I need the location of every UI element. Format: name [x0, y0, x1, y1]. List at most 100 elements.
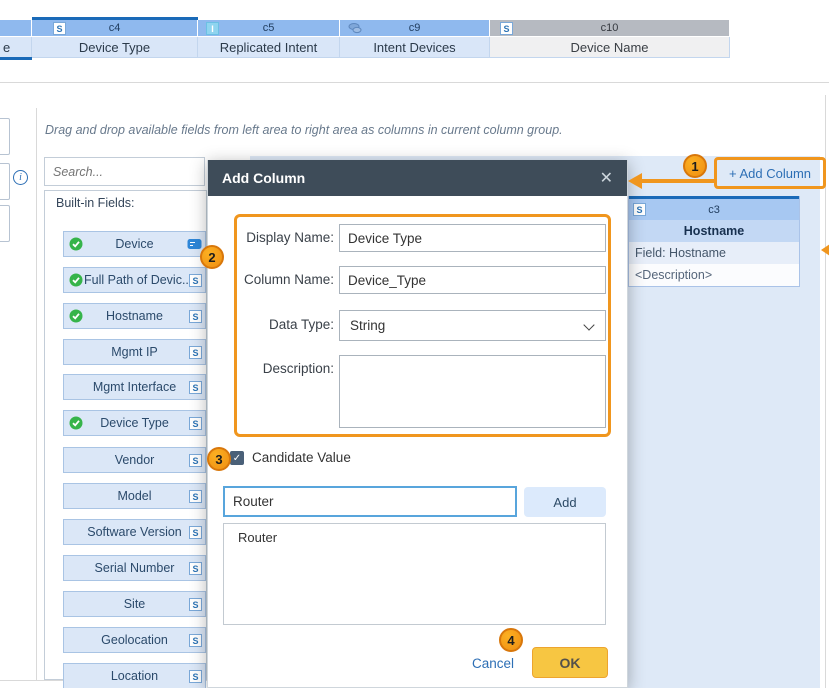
string-type-icon: S: [189, 381, 202, 394]
field-chip-device[interactable]: Device: [63, 231, 206, 257]
column-code: c5: [263, 22, 275, 34]
checked-icon: [69, 237, 83, 251]
field-chip-location[interactable]: Location S: [63, 663, 206, 688]
column-header-c4[interactable]: Sc4Device Type: [32, 17, 198, 59]
string-type-icon: S: [189, 670, 202, 683]
field-chip-geolocation[interactable]: GeolocationS: [63, 627, 206, 653]
annotation-badge-4: 4: [499, 628, 523, 652]
device-field-icon: [187, 238, 202, 250]
column-label: Device Name: [490, 37, 730, 58]
field-chip-vendor[interactable]: Vendor S: [63, 447, 206, 473]
field-chip-label: Hostname: [106, 309, 163, 323]
description-label: Description:: [218, 361, 334, 376]
field-chip-software-version[interactable]: Software VersionS: [63, 519, 206, 545]
candidate-value-list[interactable]: Router: [223, 523, 606, 625]
string-type-icon: S: [189, 598, 202, 611]
data-type-label: Data Type:: [218, 317, 334, 332]
field-chip-full-path-of-devic-[interactable]: Full Path of Devic...S: [63, 267, 206, 293]
edge-arrow-icon: [821, 244, 829, 256]
field-chip-label: Geolocation: [101, 633, 168, 647]
column-code: c10: [601, 22, 619, 34]
field-chip-mgmt-ip[interactable]: Mgmt IP S: [63, 339, 206, 365]
field-chip-label: Vendor: [115, 453, 155, 467]
edge-widget[interactable]: [0, 118, 10, 155]
builtin-fields-label: Built-in Fields:: [56, 196, 135, 210]
field-chip-label: Site: [124, 597, 146, 611]
intent-devices-icon: [348, 22, 362, 34]
column-card-c3[interactable]: S c3 Hostname Field: Hostname <Descripti…: [628, 196, 800, 287]
data-type-value: String: [350, 318, 385, 333]
search-input[interactable]: [44, 157, 205, 186]
column-header-partial[interactable]: e: [0, 17, 32, 59]
cancel-button[interactable]: Cancel: [472, 656, 514, 671]
annotation-badge-3: 3: [207, 447, 231, 471]
add-column-highlight-box: + Add Column: [714, 157, 826, 189]
string-type-icon: S: [189, 346, 202, 359]
column-group-header: eSc4Device TypeIc5Replicated Intentc9Int…: [0, 17, 730, 59]
add-column-dialog: Add Column ✕ Display Name: Column Name: …: [207, 160, 628, 688]
column-code-row: Ic5: [198, 20, 340, 37]
field-chip-label: Device Type: [100, 416, 169, 430]
annotation-arrow-head: [628, 173, 642, 189]
card-code-row: S c3: [629, 199, 799, 220]
column-name-label: Column Name:: [218, 272, 334, 287]
field-chip-device-type[interactable]: Device TypeS: [63, 410, 206, 436]
divider: [0, 82, 829, 83]
column-code-row: [0, 20, 32, 37]
description-field[interactable]: [339, 355, 606, 428]
candidate-value-input[interactable]: [223, 486, 517, 517]
dialog-title: Add Column: [222, 170, 600, 186]
card-description: <Description>: [629, 264, 799, 286]
ok-button[interactable]: OK: [532, 647, 608, 678]
candidate-list-item[interactable]: Router: [224, 524, 605, 545]
field-chip-site[interactable]: Site S: [63, 591, 206, 617]
edge-widget[interactable]: [0, 163, 10, 200]
close-icon[interactable]: ✕: [600, 168, 613, 188]
column-label: Replicated Intent: [198, 37, 340, 58]
field-chip-label: Mgmt IP: [111, 345, 158, 359]
add-column-button[interactable]: + Add Column: [729, 166, 811, 181]
checked-icon: [69, 309, 83, 323]
column-code: c4: [109, 22, 121, 34]
string-type-icon: S: [189, 454, 202, 467]
annotation-badge-2: 2: [200, 245, 224, 269]
card-code: c3: [708, 204, 720, 216]
column-code-row: Sc10: [490, 20, 730, 37]
string-type-icon: S: [53, 22, 66, 35]
annotation-arrow-shaft: [640, 179, 716, 183]
field-chip-label: Location: [111, 669, 158, 683]
annotation-badge-1: 1: [683, 154, 707, 178]
intent-type-icon: I: [206, 22, 219, 35]
string-type-icon: S: [189, 310, 202, 323]
edge-widget[interactable]: [0, 205, 10, 242]
card-field: Field: Hostname: [629, 242, 799, 264]
string-type-icon: S: [189, 490, 202, 503]
candidate-value-checkbox[interactable]: ✓: [230, 451, 244, 465]
column-header-c9[interactable]: c9Intent Devices: [340, 17, 490, 59]
display-name-field[interactable]: [339, 224, 606, 252]
field-chip-model[interactable]: Model S: [63, 483, 206, 509]
string-type-icon: S: [189, 526, 202, 539]
drag-drop-instruction: Drag and drop available fields from left…: [45, 123, 563, 137]
page: eSc4Device TypeIc5Replicated Intentc9Int…: [0, 0, 829, 688]
data-type-select[interactable]: String: [339, 310, 606, 341]
add-candidate-button[interactable]: Add: [524, 487, 606, 517]
column-header-c10[interactable]: Sc10Device Name: [490, 17, 730, 59]
field-chip-hostname[interactable]: Hostname S: [63, 303, 206, 329]
string-type-icon: S: [189, 562, 202, 575]
field-chip-mgmt-interface[interactable]: Mgmt Interface S: [63, 374, 206, 400]
left-divider: [36, 108, 37, 680]
field-chip-label: Model: [117, 489, 151, 503]
field-chip-label: Mgmt Interface: [93, 380, 176, 394]
selected-column-underline: [0, 57, 32, 60]
column-header-c5[interactable]: Ic5Replicated Intent: [198, 17, 340, 59]
string-type-icon: S: [189, 274, 202, 287]
field-chip-serial-number[interactable]: Serial NumberS: [63, 555, 206, 581]
column-name-field[interactable]: [339, 266, 606, 294]
dialog-header[interactable]: Add Column ✕: [208, 160, 627, 196]
checked-icon: [69, 416, 83, 430]
field-chip-label: Device: [115, 237, 153, 251]
info-icon[interactable]: i: [13, 170, 28, 185]
checked-icon: [69, 273, 83, 287]
card-title: Hostname: [629, 220, 799, 242]
